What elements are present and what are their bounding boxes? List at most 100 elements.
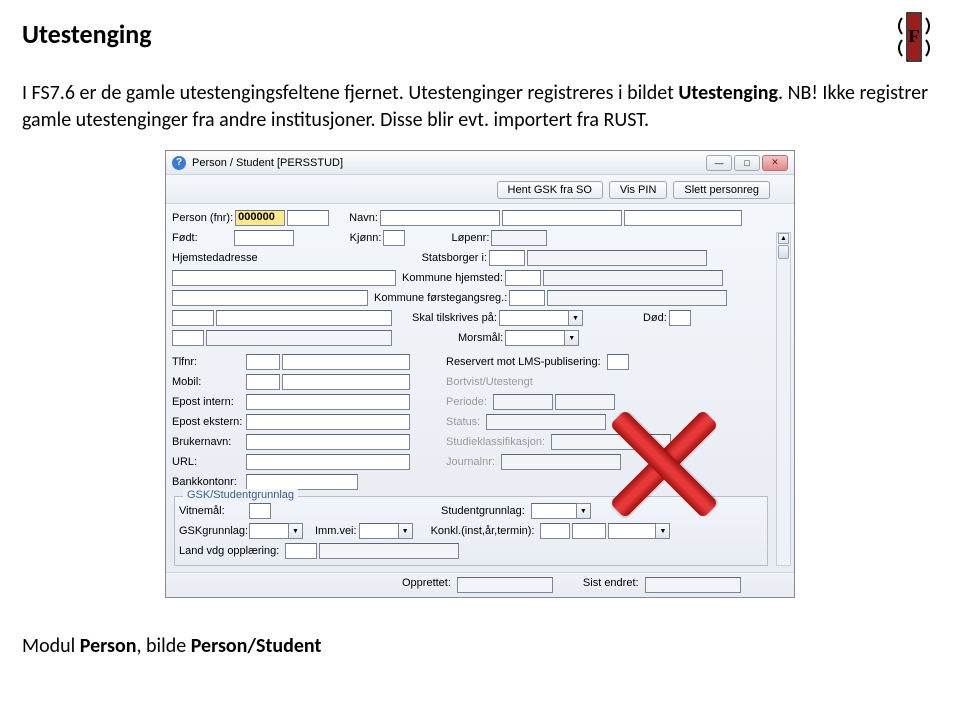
intro-bold: Utestenging bbox=[678, 81, 778, 105]
field-tlf-pre[interactable] bbox=[246, 354, 280, 370]
svg-text:F: F bbox=[909, 26, 920, 46]
field-addr2[interactable] bbox=[172, 290, 368, 306]
field-statsborger[interactable] bbox=[489, 250, 525, 266]
field-tlf[interactable] bbox=[282, 354, 410, 370]
scrollbar[interactable]: ▲ bbox=[776, 232, 791, 566]
label-journal: Journalnr: bbox=[446, 456, 497, 468]
slett-personreg-button[interactable]: Slett personreg bbox=[673, 181, 770, 199]
label-bank: Bankkontonr: bbox=[172, 476, 246, 488]
field-studgrunn[interactable] bbox=[531, 503, 577, 519]
field-studkl bbox=[551, 434, 671, 450]
field-fodt[interactable] bbox=[234, 230, 294, 246]
field-navn-2[interactable] bbox=[502, 210, 622, 226]
label-tlf: Tlfnr: bbox=[172, 356, 246, 368]
person-student-window: ? Person / Student [PERSSTUD] — □ ✕ Hent… bbox=[165, 150, 795, 598]
caption-a: Modul bbox=[22, 634, 80, 658]
scroll-up-icon[interactable]: ▲ bbox=[778, 233, 789, 244]
label-komm-hjem: Kommune hjemsted: bbox=[402, 272, 505, 284]
field-epost-eks[interactable] bbox=[246, 414, 410, 430]
dropdown-icon[interactable]: ▼ bbox=[289, 523, 303, 539]
label-statsborger: Statsborger i: bbox=[422, 252, 489, 264]
label-dod: Død: bbox=[643, 312, 669, 324]
field-kjonn[interactable] bbox=[383, 230, 405, 246]
field-morsmal[interactable] bbox=[505, 330, 565, 346]
field-vitnemal[interactable] bbox=[249, 503, 271, 519]
field-lopenr bbox=[491, 230, 547, 246]
field-reservert[interactable] bbox=[607, 354, 629, 370]
field-bruker[interactable] bbox=[246, 434, 410, 450]
field-navn-1[interactable] bbox=[380, 210, 500, 226]
field-postnr[interactable] bbox=[172, 310, 214, 326]
label-studgrunn: Studentgrunnlag: bbox=[441, 505, 527, 517]
field-bank[interactable] bbox=[246, 474, 358, 490]
window-title: Person / Student [PERSSTUD] bbox=[192, 157, 343, 169]
label-epost-eks: Epost ekstern: bbox=[172, 416, 246, 428]
label-navn: Navn: bbox=[349, 212, 380, 224]
vis-pin-button[interactable]: Vis PIN bbox=[609, 181, 667, 199]
dropdown-icon[interactable]: ▼ bbox=[565, 330, 579, 346]
label-hjemadr: Hjemstedadresse bbox=[172, 252, 260, 264]
label-morsmal: Morsmål: bbox=[458, 332, 505, 344]
window-titlebar: ? Person / Student [PERSSTUD] — □ ✕ bbox=[166, 151, 794, 175]
label-periode: Periode: bbox=[446, 396, 489, 408]
caption-d: Person/Student bbox=[191, 634, 322, 658]
hent-gsk-button[interactable]: Hent GSK fra SO bbox=[497, 181, 603, 199]
label-gskgrunn: GSKgrunnlag: bbox=[179, 525, 249, 537]
label-konkl: Konkl.(inst,år,termin): bbox=[431, 525, 537, 537]
field-statsborger-txt bbox=[527, 250, 707, 266]
dropdown-icon[interactable]: ▼ bbox=[569, 310, 583, 326]
label-komm-forst: Kommune førstegangsreg.: bbox=[374, 292, 509, 304]
label-lopenr: Løpenr: bbox=[451, 232, 491, 244]
field-navn-3[interactable] bbox=[624, 210, 742, 226]
dropdown-icon[interactable]: ▼ bbox=[399, 523, 413, 539]
field-landvdg[interactable] bbox=[285, 543, 317, 559]
label-kjonn: Kjønn: bbox=[350, 232, 384, 244]
label-reservert: Reservert mot LMS-publisering: bbox=[446, 356, 603, 368]
label-tilskr: Skal tilskrives på: bbox=[412, 312, 499, 324]
page-title: Utestenging bbox=[22, 18, 938, 50]
label-opprettet: Opprettet: bbox=[402, 577, 453, 593]
close-button[interactable]: ✕ bbox=[762, 155, 788, 171]
field-mobil-pre[interactable] bbox=[246, 374, 280, 390]
field-url[interactable] bbox=[246, 454, 410, 470]
field-addr1[interactable] bbox=[172, 270, 396, 286]
field-gskgrunn[interactable] bbox=[249, 523, 289, 539]
field-opprettet bbox=[457, 577, 553, 593]
dropdown-icon[interactable]: ▼ bbox=[656, 523, 670, 539]
maximize-button[interactable]: □ bbox=[734, 155, 760, 171]
field-poststed[interactable] bbox=[216, 310, 392, 326]
app-logo: F bbox=[894, 12, 934, 62]
field-epost-int[interactable] bbox=[246, 394, 410, 410]
label-fodt: Født: bbox=[172, 232, 200, 244]
caption-b: Person bbox=[80, 634, 137, 658]
field-fnr-2[interactable] bbox=[287, 210, 329, 226]
field-fnr[interactable]: 000000 bbox=[235, 210, 285, 226]
caption-c: , bilde bbox=[137, 634, 191, 658]
field-dod[interactable] bbox=[669, 310, 691, 326]
minimize-button[interactable]: — bbox=[706, 155, 732, 171]
field-immvei[interactable] bbox=[359, 523, 399, 539]
field-landvdg-txt bbox=[319, 543, 459, 559]
field-sist bbox=[645, 577, 741, 593]
label-bruker: Brukernavn: bbox=[172, 436, 246, 448]
field-landkode[interactable] bbox=[172, 330, 204, 346]
field-konkl-aar[interactable] bbox=[572, 523, 606, 539]
field-status bbox=[486, 414, 606, 430]
form-area: ▲ Person (fnr): 000000 Navn: Født: Kjønn… bbox=[166, 204, 794, 572]
label-vitnemal: Vitnemål: bbox=[179, 505, 249, 517]
field-mobil[interactable] bbox=[282, 374, 410, 390]
field-konkl-term[interactable] bbox=[608, 523, 656, 539]
field-komm-hjem-txt bbox=[543, 270, 723, 286]
field-komm-hjem[interactable] bbox=[505, 270, 541, 286]
help-icon[interactable]: ? bbox=[172, 156, 186, 170]
intro-paragraph: I FS7.6 er de gamle utestengingsfeltene … bbox=[22, 80, 938, 134]
scroll-thumb[interactable] bbox=[778, 245, 789, 259]
caption: Modul Person, bilde Person/Student bbox=[22, 634, 938, 658]
label-sist: Sist endret: bbox=[583, 577, 641, 593]
dropdown-icon[interactable]: ▼ bbox=[577, 503, 591, 519]
toolbar: Hent GSK fra SO Vis PIN Slett personreg bbox=[166, 175, 794, 204]
label-bortvist: Bortvist/Utestengt bbox=[446, 376, 535, 388]
field-komm-forst[interactable] bbox=[509, 290, 545, 306]
field-konkl-inst[interactable] bbox=[540, 523, 570, 539]
field-tilskr[interactable] bbox=[499, 310, 569, 326]
